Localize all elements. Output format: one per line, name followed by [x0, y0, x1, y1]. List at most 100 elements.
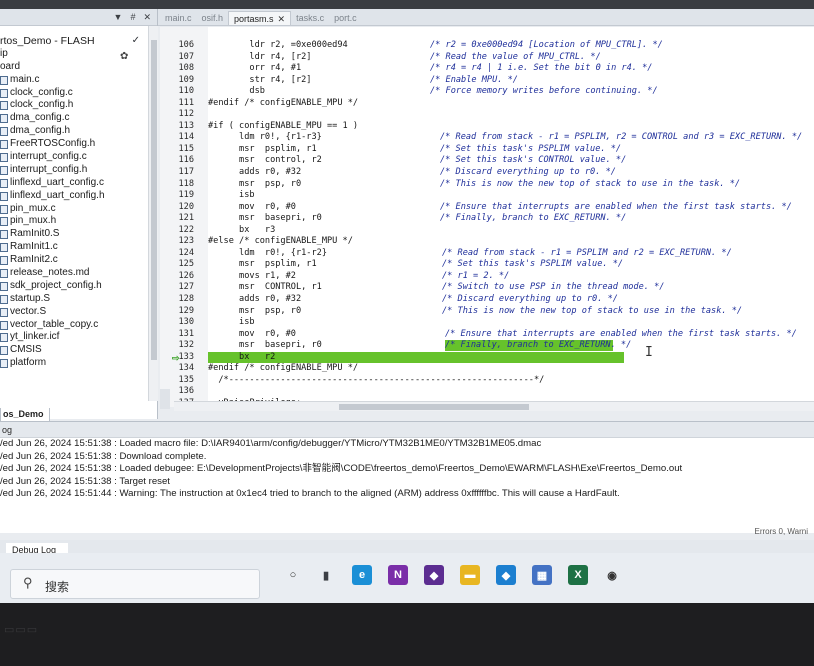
code-text: #endif /* configENABLE_MPU */	[208, 97, 359, 108]
workspace-item[interactable]: interrupt_config.h	[0, 164, 148, 177]
editor-tab-label: portasm.s	[234, 14, 274, 24]
workspace-item-label: pin_mux.c	[10, 202, 56, 214]
code-editor[interactable]: 106 ldr r2, =0xe000ed94 /* r2 = 0xe000ed9…	[160, 27, 814, 407]
file-icon	[0, 268, 8, 278]
workspace-item[interactable]: pin_mux.h	[0, 215, 148, 228]
workspace-item[interactable]: clock_config.c	[0, 87, 148, 100]
code-line: 128 adds r0, #32 /* Discard everything up…	[160, 294, 814, 306]
editor-tab[interactable]: osif.h	[197, 11, 229, 25]
taskbar-search[interactable]: ⚲ 搜索	[10, 569, 260, 599]
file-icon	[0, 114, 8, 124]
code-line: 122 bx r3	[160, 225, 814, 237]
workspace-item[interactable]: platform	[0, 357, 148, 370]
workspace-tab[interactable]: os_Demo	[0, 408, 50, 422]
workspace-item[interactable]: main.c	[0, 74, 148, 87]
editor-tab[interactable]: portasm.s ✕	[228, 11, 292, 25]
workspace-item[interactable]: startup.S	[0, 293, 148, 306]
pin-icon[interactable]: #	[130, 12, 135, 22]
editor-tab-label: osif.h	[201, 13, 224, 23]
task-view-icon[interactable]: ○	[283, 565, 303, 585]
file-icon	[0, 256, 8, 266]
code-text: adds r0, #32	[208, 167, 302, 178]
workspace-item[interactable]: RamInit0.S	[0, 228, 148, 241]
editor-tab[interactable]: port.c	[329, 11, 362, 25]
code-comment: /* Set this task's PSPLIM value. */	[442, 259, 624, 270]
log-body[interactable]: /ed Jun 26, 2024 15:51:38 : Loaded macro…	[0, 438, 814, 501]
log-entry: /ed Jun 26, 2024 15:51:38 : Target reset	[0, 475, 170, 487]
edge-icon[interactable]: e	[352, 565, 372, 585]
workspace-item-label: RamInit2.c	[10, 254, 58, 266]
workspace-item[interactable]: ip	[0, 48, 148, 61]
excel-icon[interactable]: X	[568, 565, 588, 585]
workspace-item-label: oard	[0, 60, 21, 72]
chat-icon[interactable]: ◉	[602, 565, 622, 585]
code-line: 135 /*----------------------------------…	[160, 375, 814, 387]
code-comment: /* Finally, branch to EXC_RETURN. */	[445, 340, 632, 351]
folder-icon	[0, 359, 8, 369]
code-line: 121 msr basepri, r0 /* Finally, branch to…	[160, 213, 814, 225]
code-text: ldr r2, =0xe000ed94	[208, 40, 348, 50]
widgets-icon[interactable]: ▮	[316, 565, 336, 585]
workspace-item[interactable]: interrupt_config.c	[0, 151, 148, 164]
editor-horizontal-scrollbar[interactable]	[174, 401, 814, 411]
line-number: 131	[178, 328, 194, 339]
onenote-icon[interactable]: N	[388, 565, 408, 585]
code-line: 136	[160, 386, 814, 398]
code-text: msr psplim, r1	[208, 143, 317, 154]
code-line: 133 bx r2	[160, 352, 814, 364]
editor-tab[interactable]: main.c	[160, 11, 197, 25]
workspace-item[interactable]: vector.S	[0, 306, 148, 319]
ide-window: ▼ # ✕ ✿ rtos_Demo - FLASH ✓ ip oard main.c…	[0, 9, 814, 562]
line-number: 136	[178, 386, 194, 397]
log-status: Errors 0, Warni	[754, 527, 809, 536]
workspace-item-label: dma_config.h	[10, 125, 71, 137]
code-line: 115 msr psplim, r1 /* Set this task's PSP…	[160, 144, 814, 156]
close-icon[interactable]: ✕	[143, 12, 151, 23]
file-icon	[0, 178, 8, 188]
workspace-item[interactable]: yt_linker.icf	[0, 331, 148, 344]
vs-icon[interactable]: ◆	[424, 565, 444, 585]
code-text: #endif /* configENABLE_MPU */	[208, 363, 359, 374]
editor-tab[interactable]: tasks.c	[291, 11, 329, 25]
line-number: 110	[178, 86, 194, 97]
text-cursor-icon: I	[645, 345, 653, 360]
explorer-icon[interactable]: ▬	[460, 565, 480, 585]
vscode-icon[interactable]: ◆	[496, 565, 516, 585]
workspace-item[interactable]: vector_table_copy.c	[0, 319, 148, 332]
workspace-scrollbar[interactable]	[148, 26, 158, 401]
workspace-item[interactable]: dma_config.c	[0, 112, 148, 125]
workspace-item[interactable]: pin_mux.c	[0, 203, 148, 216]
code-line: 113 #if ( configENABLE_MPU == 1 )	[160, 121, 814, 133]
file-icon	[0, 165, 8, 175]
workspace-item[interactable]: CMSIS	[0, 344, 148, 357]
active-check-icon: ✓	[131, 35, 140, 46]
code-text: msr psp, r0	[208, 178, 302, 189]
workspace-item[interactable]: dma_config.h	[0, 125, 148, 138]
workspace-item[interactable]: linflexd_uart_config.c	[0, 177, 148, 190]
file-icon	[0, 204, 8, 214]
code-line: 126 movs r1, #2 /* r1 = 2. */	[160, 271, 814, 283]
workspace-item[interactable]: oard	[0, 61, 148, 74]
workspace-item[interactable]: release_notes.md	[0, 267, 148, 280]
code-line: 111 #endif /* configENABLE_MPU */	[160, 98, 814, 110]
workspace-item[interactable]: sdk_project_config.h	[0, 280, 148, 293]
code-line: 125 msr psplim, r1 /* Set this task's PSP…	[160, 259, 814, 271]
app-icon[interactable]: ▦	[532, 565, 552, 585]
workspace-item[interactable]: clock_config.h	[0, 99, 148, 112]
code-comment: /* Set this task's CONTROL value. */	[440, 155, 627, 166]
file-icon	[0, 88, 8, 98]
workspace-item-label: linflexd_uart_config.c	[10, 176, 104, 188]
project-node[interactable]: rtos_Demo - FLASH ✓	[0, 35, 148, 48]
tab-close-icon[interactable]: ✕	[278, 14, 286, 24]
code-comment: /* Discard everything up to r0. */	[440, 167, 616, 178]
workspace-item[interactable]: RamInit1.c	[0, 241, 148, 254]
line-number: 113	[178, 120, 194, 131]
workspace-item[interactable]: RamInit2.c	[0, 254, 148, 267]
pin-dropdown-icon[interactable]: ▼	[114, 12, 123, 22]
file-icon	[0, 243, 8, 253]
window-top-strip	[0, 0, 814, 9]
line-number: 120	[178, 201, 194, 212]
workspace-item[interactable]: FreeRTOSConfig.h	[0, 138, 148, 151]
workspace-item[interactable]: linflexd_uart_config.h	[0, 190, 148, 203]
code-lines: 106 ldr r2, =0xe000ed94 /* r2 = 0xe000ed9…	[160, 40, 814, 407]
